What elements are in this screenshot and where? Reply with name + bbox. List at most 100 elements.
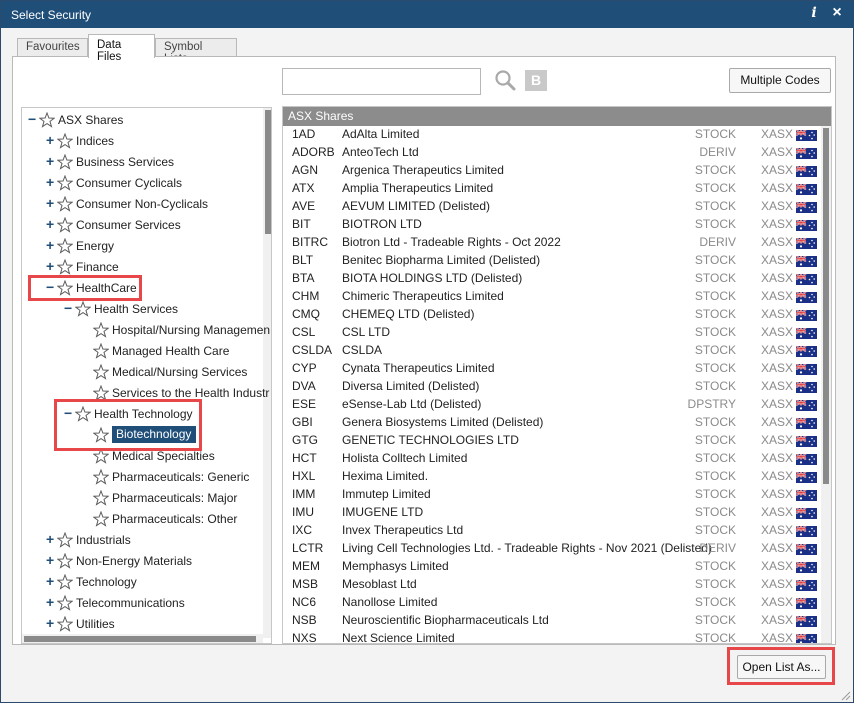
tree-node[interactable]: Medical/Nursing Services [22, 363, 262, 383]
tree-node-label[interactable]: Industrials [76, 533, 131, 547]
expand-icon[interactable]: + [46, 175, 56, 189]
favourite-star-icon[interactable] [57, 616, 73, 632]
expand-icon[interactable]: + [46, 259, 56, 273]
browse-button[interactable]: B [525, 70, 547, 91]
list-row[interactable]: LCTR Living Cell Technologies Ltd. - Trad… [283, 540, 821, 558]
list-vertical-scroll-thumb[interactable] [823, 128, 829, 484]
multiple-codes-button[interactable]: Multiple Codes [729, 68, 831, 93]
tree-node[interactable]: + Industrials [22, 531, 262, 551]
tree-node-label[interactable]: Non-Energy Materials [76, 554, 192, 568]
list-row[interactable]: IXC Invex Therapeutics Ltd STOCK XASX [283, 522, 821, 540]
favourite-star-icon[interactable] [57, 574, 73, 590]
favourite-star-icon[interactable] [93, 490, 109, 506]
expand-icon[interactable]: + [46, 595, 56, 609]
list-row[interactable]: MSB Mesoblast Ltd STOCK XASX [283, 576, 821, 594]
tab-favourites[interactable]: Favourites [17, 38, 88, 57]
favourite-star-icon[interactable] [39, 112, 55, 128]
tree-node[interactable]: + Telecommunications [22, 594, 262, 614]
favourite-star-icon[interactable] [93, 322, 109, 338]
tree-node[interactable]: + Energy [22, 237, 262, 257]
favourite-star-icon[interactable] [93, 511, 109, 527]
list-row[interactable]: ADORB AnteoTech Ltd DERIV XASX [283, 144, 821, 162]
list-row[interactable]: 1AD AdAlta Limited STOCK XASX [283, 126, 821, 144]
tree-node-label[interactable]: Pharmaceuticals: Other [112, 512, 237, 526]
list-row[interactable]: AVE AEVUM LIMITED (Delisted) STOCK XASX [283, 198, 821, 216]
favourite-star-icon[interactable] [57, 133, 73, 149]
tree-node-label[interactable]: Telecommunications [76, 596, 185, 610]
collapse-icon[interactable]: − [64, 301, 74, 315]
favourite-star-icon[interactable] [57, 175, 73, 191]
expand-icon[interactable]: + [46, 154, 56, 168]
tree-node-label[interactable]: Managed Health Care [112, 344, 229, 358]
resize-grip-icon[interactable] [839, 689, 851, 701]
list-row[interactable]: AGN Argenica Therapeutics Limited STOCK XAS… [283, 162, 821, 180]
tree-node-label[interactable]: Energy [76, 239, 114, 253]
favourite-star-icon[interactable] [57, 238, 73, 254]
tree-node-label[interactable]: Technology [76, 575, 137, 589]
tab-data-files[interactable]: Data Files [88, 34, 155, 63]
list-row[interactable]: NC6 Nanollose Limited STOCK XASX [283, 594, 821, 612]
tree-node[interactable]: Managed Health Care [22, 342, 262, 362]
tab-symbol-lists[interactable]: Symbol Lists [155, 38, 237, 65]
favourite-star-icon[interactable] [75, 301, 91, 317]
favourite-star-icon[interactable] [57, 553, 73, 569]
tree-node[interactable]: + Consumer Services [22, 216, 262, 236]
tree-node-label[interactable]: ASX Shares [58, 113, 123, 127]
list-row[interactable]: IMU IMUGENE LTD STOCK XASX [283, 504, 821, 522]
list-row[interactable]: HXL Hexima Limited. STOCK XASX [283, 468, 821, 486]
favourite-star-icon[interactable] [93, 343, 109, 359]
tree-node-label[interactable]: Utilities [76, 617, 115, 631]
tree-node[interactable]: + Consumer Cyclicals [22, 174, 262, 194]
list-row[interactable]: GBI Genera Biosystems Limited (Delisted) S… [283, 414, 821, 432]
favourite-star-icon[interactable] [57, 259, 73, 275]
expand-icon[interactable]: + [46, 238, 56, 252]
tree-node[interactable]: + Consumer Non-Cyclicals [22, 195, 262, 215]
list-row[interactable]: BITRC Biotron Ltd - Tradeable Rights - Oc… [283, 234, 821, 252]
list-row[interactable]: CYP Cynata Therapeutics Limited STOCK XASX [283, 360, 821, 378]
expand-icon[interactable]: + [46, 532, 56, 546]
tree-node-label[interactable]: Pharmaceuticals: Generic [112, 470, 249, 484]
favourite-star-icon[interactable] [57, 532, 73, 548]
tree-node-label[interactable]: Finance [76, 260, 119, 274]
favourite-star-icon[interactable] [57, 595, 73, 611]
expand-icon[interactable]: + [46, 217, 56, 231]
tree-node[interactable]: Pharmaceuticals: Generic [22, 468, 262, 488]
tree-node[interactable]: + Indices [22, 132, 262, 152]
expand-icon[interactable]: + [46, 196, 56, 210]
list-row[interactable]: GTG GENETIC TECHNOLOGIES LTD STOCK XASX [283, 432, 821, 450]
list-row[interactable]: ESE eSense-Lab Ltd (Delisted) DPSTRY XASX [283, 396, 821, 414]
tree-node-label[interactable]: Health Services [94, 302, 178, 316]
favourite-star-icon[interactable] [93, 469, 109, 485]
tree-node-label[interactable]: Hospital/Nursing Managemen [112, 323, 270, 337]
list-row[interactable]: BLT Benitec Biopharma Limited (Delisted) S… [283, 252, 821, 270]
list-row[interactable]: CSLDA CSLDA STOCK XASX [283, 342, 821, 360]
tree-node-label[interactable]: Medical/Nursing Services [112, 365, 247, 379]
favourite-star-icon[interactable] [93, 364, 109, 380]
search-icon[interactable] [494, 69, 516, 91]
tree-horizontal-scroll-thumb[interactable] [24, 636, 256, 642]
list-row[interactable]: NXS Next Science Limited STOCK XASX [283, 630, 821, 643]
list-row[interactable]: CHM Chimeric Therapeutics Limited STOCK XAS… [283, 288, 821, 306]
favourite-star-icon[interactable] [57, 196, 73, 212]
tree-node-label[interactable]: Indices [76, 134, 114, 148]
tree-node[interactable]: Pharmaceuticals: Major [22, 489, 262, 509]
tree-node-label[interactable]: Consumer Cyclicals [76, 176, 182, 190]
tree-node[interactable]: − ASX Shares [22, 111, 262, 131]
securities-list[interactable]: ASX Shares 1AD AdAlta Limited STOCK XASX ADO… [282, 106, 832, 644]
close-icon[interactable]: × [829, 4, 845, 24]
tree-node[interactable]: Pharmaceuticals: Other [22, 510, 262, 530]
favourite-star-icon[interactable] [57, 217, 73, 233]
list-row[interactable]: DVA Diversa Limited (Delisted) STOCK XASX [283, 378, 821, 396]
tree-node-label[interactable]: Business Services [76, 155, 174, 169]
tree-node[interactable]: + Utilities [22, 615, 262, 635]
list-row[interactable]: NSB Neuroscientific Biopharmaceuticals Lt… [283, 612, 821, 630]
tree-vertical-scroll-thumb[interactable] [265, 110, 271, 234]
tree-node[interactable]: + Business Services [22, 153, 262, 173]
tree-node-label[interactable]: Pharmaceuticals: Major [112, 491, 237, 505]
tree-node[interactable]: Hospital/Nursing Managemen [22, 321, 270, 341]
tree-node[interactable]: + Technology [22, 573, 262, 593]
info-icon[interactable]: i [807, 5, 821, 23]
search-input[interactable] [282, 68, 481, 95]
tree-node-label[interactable]: Medical Specialties [112, 449, 215, 463]
list-row[interactable]: CSL CSL LTD STOCK XASX [283, 324, 821, 342]
